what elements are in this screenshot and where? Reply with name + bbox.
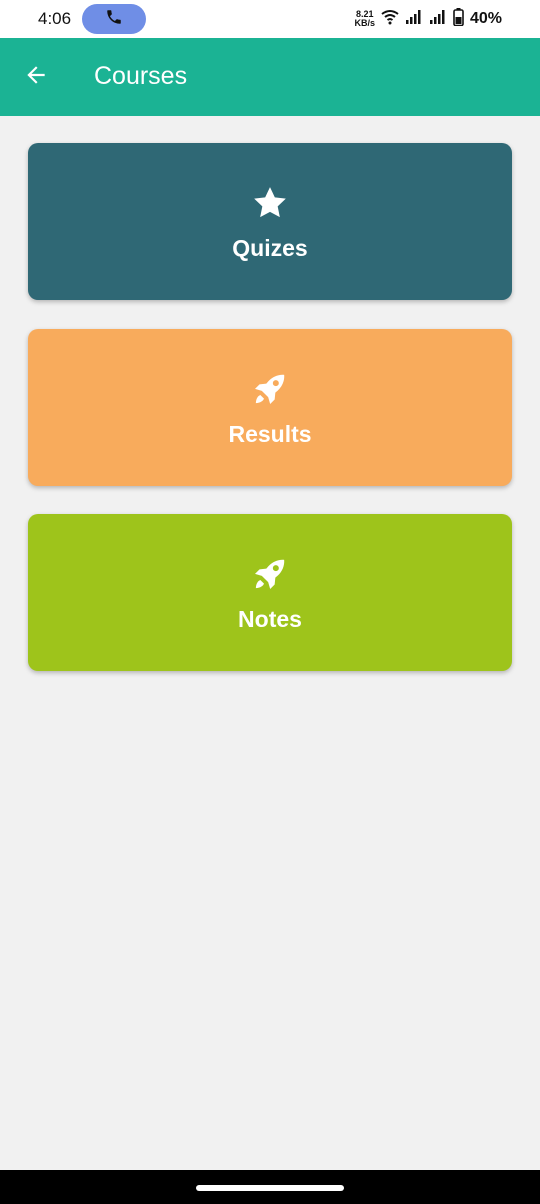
rocket-icon [248, 367, 292, 411]
signal-icon-2 [429, 9, 447, 30]
page-title: Courses [94, 62, 188, 90]
signal-icon [405, 9, 423, 30]
battery-icon [453, 7, 464, 31]
results-card-label: Results [228, 421, 312, 447]
status-time: 4:06 [38, 9, 72, 28]
wifi-icon [381, 9, 399, 30]
notes-card[interactable]: Notes [28, 514, 512, 671]
network-speed-unit: KB/s [354, 18, 375, 28]
phone-icon [105, 8, 123, 31]
status-icons: 8.21 KB/s 40% [354, 6, 502, 32]
star-icon [248, 181, 292, 225]
notes-card-label: Notes [238, 606, 302, 632]
arrow-left-icon [23, 62, 49, 93]
results-card[interactable]: Results [28, 329, 512, 486]
quizes-card-label: Quizes [232, 235, 308, 261]
back-button[interactable] [18, 59, 54, 95]
ongoing-call-pill[interactable] [82, 4, 146, 34]
home-indicator[interactable] [196, 1185, 344, 1191]
network-speed: 8.21 KB/s [354, 10, 375, 28]
battery-percent: 40% [469, 10, 502, 27]
rocket-icon [248, 552, 292, 596]
app-bar: Courses [0, 38, 540, 116]
navigation-bar [0, 1170, 540, 1204]
quizes-card[interactable]: Quizes [28, 143, 512, 300]
status-bar: 4:06 8.21 KB/s 40% [0, 0, 540, 38]
